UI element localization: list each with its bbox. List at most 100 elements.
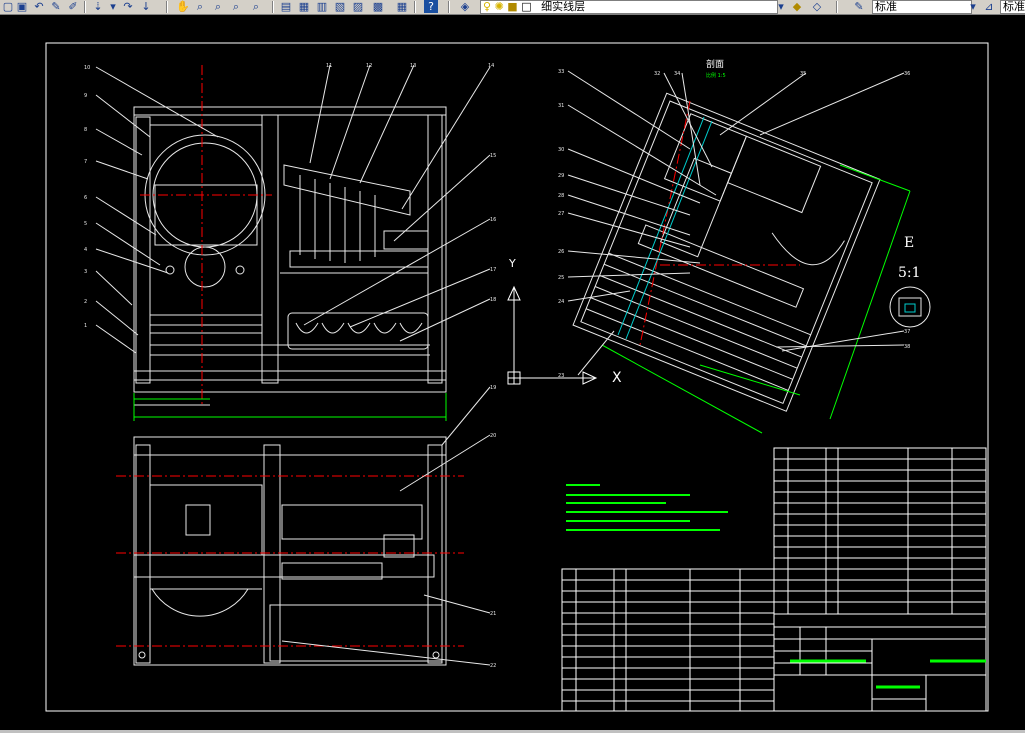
callout-number: 10 (84, 65, 90, 71)
toolbar-separator (84, 1, 86, 13)
parts-list (773, 447, 987, 615)
undo-icon[interactable]: ↶ (32, 0, 46, 13)
callout-number: 28 (558, 193, 564, 199)
design-center-icon[interactable]: ▦ (298, 0, 310, 13)
callout-number: 14 (488, 63, 494, 69)
section-scale-note: 比例 1:5 (706, 72, 726, 79)
callout-number: 29 (558, 173, 564, 179)
callout-number: 33 (558, 69, 564, 75)
dim-style-value: 标准 (1003, 0, 1025, 13)
ucs-x-label: X (612, 370, 622, 386)
callout-number: 25 (558, 275, 564, 281)
layer-combo[interactable]: ♀ ✺ ■ □ 细实线层 (480, 0, 778, 14)
quickcalc-icon[interactable]: ▩ (372, 0, 384, 13)
callout-number: 4 (84, 247, 87, 253)
sheet-set-icon[interactable]: ▧ (334, 0, 346, 13)
text-style-dropdown-icon[interactable]: ▾ (968, 0, 978, 13)
layer-lock-icon: ■ (507, 0, 518, 13)
callout-number: 7 (84, 159, 87, 165)
callout-number: 2 (84, 299, 87, 305)
callout-number: 36 (904, 71, 910, 77)
title-block-text (790, 659, 986, 689)
callout-number: 1 (84, 323, 87, 329)
arrow-down-icon[interactable]: ⇣ (92, 0, 104, 13)
callout-number: 17 (490, 267, 496, 273)
callout-number: 3 (84, 269, 87, 275)
properties-icon[interactable]: ▤ (280, 0, 292, 13)
callout-number: 23 (558, 373, 564, 379)
detail-letter: E (904, 235, 914, 251)
bottom-view (133, 436, 447, 666)
callout-number: 38 (904, 344, 910, 350)
callout-number: 5 (84, 221, 87, 227)
text-style-value: 标准 (875, 0, 897, 13)
callout-number: 19 (490, 385, 496, 391)
text-style-combo[interactable]: 标准 (872, 0, 972, 14)
dim-style-combo[interactable]: 标准 (1000, 0, 1025, 14)
layer-dropdown-icon[interactable]: ▾ (776, 0, 786, 13)
make-layer-current-icon[interactable]: ◆ (790, 0, 804, 13)
callout-number: 21 (490, 611, 496, 617)
layer-manager-icon[interactable]: ◈ (458, 0, 472, 13)
layer-previous-icon[interactable]: ◇ (810, 0, 824, 13)
model-space-canvas[interactable]: E 5:1 剖面 比例 1:5 Y X 1098765432111 12 13 … (0, 15, 1025, 733)
dim-style-icon[interactable]: ⊿ (982, 0, 996, 13)
callout-number: 16 (490, 217, 496, 223)
tool-palette-icon[interactable]: ▥ (316, 0, 328, 13)
callout-number: 24 (558, 299, 564, 305)
drawing-border (45, 42, 989, 712)
pen-icon[interactable]: ✎ (50, 0, 62, 13)
callout-number: 12 (366, 63, 372, 69)
dropdown-icon[interactable]: ▾ (108, 0, 118, 13)
zoom-previous-icon[interactable]: ⌕ (230, 0, 242, 13)
toolbar-separator (836, 1, 838, 13)
callout-number: 30 (558, 147, 564, 153)
layer-sun-icon: ✺ (494, 0, 504, 13)
zoom-extents-icon[interactable]: ⌕ (250, 0, 262, 13)
ucs-y-label: Y (508, 257, 516, 270)
section-view-hatch (617, 116, 713, 340)
front-view-dimensions (133, 393, 447, 421)
zoom-window-icon[interactable]: ⌕ (212, 0, 224, 13)
callout-leaders (95, 64, 905, 666)
toolbar-separator (448, 1, 450, 13)
callout-number: 20 (490, 433, 496, 439)
callout-number: 6 (84, 195, 87, 201)
markup-icon[interactable]: ▨ (352, 0, 364, 13)
callout-labels: 1098765432111 12 13 14151617181920212233313… (84, 63, 910, 669)
redo-icon[interactable]: ↷ (122, 0, 134, 13)
callout-number: 11 (326, 63, 332, 69)
callout-number: 15 (490, 153, 496, 159)
toolbar-separator (414, 1, 416, 13)
callout-number: 31 (558, 103, 564, 109)
text-style-icon[interactable]: ✎ (852, 0, 866, 13)
callout-number: 35 (800, 71, 806, 77)
toolbar-separator (166, 1, 168, 13)
calculator-icon[interactable]: ▦ (396, 0, 408, 13)
brush-icon[interactable]: ✐ (66, 0, 80, 13)
layer-color-icon: □ (521, 0, 532, 13)
callout-number: 34 (674, 71, 680, 77)
callout-number: 18 (490, 297, 496, 303)
save-icon[interactable]: ▣ (16, 0, 28, 13)
parts-list-lower (561, 568, 775, 712)
detail-view-e (889, 286, 931, 328)
layer-bulb-icon: ♀ (483, 0, 492, 13)
new-file-icon[interactable]: ▢ (2, 0, 14, 13)
zoom-realtime-icon[interactable]: ⌕ (194, 0, 206, 13)
callout-number: 22 (490, 663, 496, 669)
arrow-back-icon[interactable]: ↓ (140, 0, 152, 13)
bottom-view-centerlines (116, 475, 464, 647)
callout-number: 27 (558, 211, 564, 217)
section-label: 剖面 (706, 58, 724, 70)
cad-toolbar: ▢ ▣ ↶ ✎ ✐ ⇣ ▾ ↷ ↓ ✋ ⌕ ⌕ ⌕ ⌕ ▤ ▦ ▥ ▧ ▨ ▩ … (0, 0, 1025, 15)
callout-number: 8 (84, 127, 87, 133)
callout-number: 37 (904, 329, 910, 335)
help-icon[interactable]: ? (424, 0, 438, 13)
pan-hand-icon[interactable]: ✋ (176, 0, 190, 13)
detail-scale: 5:1 (898, 265, 921, 281)
front-view (133, 106, 447, 406)
layer-name: 细实线层 (541, 0, 586, 13)
callout-number: 13 (410, 63, 416, 69)
technical-notes (566, 484, 728, 531)
